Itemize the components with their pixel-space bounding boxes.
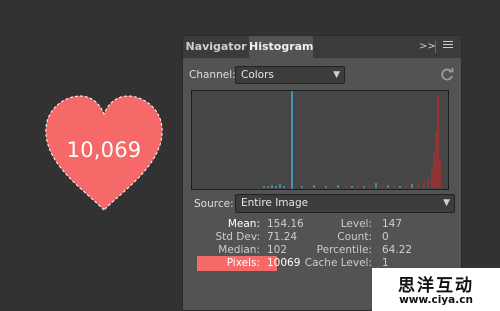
count-value: 0: [382, 231, 389, 243]
pixel-count-label: 10,069: [66, 138, 142, 162]
tab-histogram[interactable]: Histogram: [249, 36, 314, 58]
median-label: Median:: [218, 244, 260, 256]
histogram-statistics: Mean: 154.16 Std Dev: 71.24 Median: 102 …: [183, 216, 461, 276]
pixels-label: Pixels:: [226, 257, 260, 269]
watermark: 思洋互动 www.ciya.cn: [372, 268, 500, 311]
selected-heart-shape[interactable]: 10,069: [40, 90, 168, 215]
expand-panel-icon[interactable]: >>: [419, 39, 436, 55]
watermark-title: 思洋互动: [398, 276, 474, 296]
histogram-graph[interactable]: [191, 90, 449, 190]
panel-tab-bar: Navigator Histogram >>: [183, 36, 461, 58]
refresh-icon[interactable]: [439, 67, 455, 83]
watermark-url: www.ciya.cn: [399, 294, 473, 306]
histogram-baseline-bars: [263, 183, 413, 188]
source-label: Source:: [194, 198, 234, 210]
percentile-value: 64.22: [382, 244, 413, 256]
channel-label: Channel:: [189, 69, 236, 81]
tab-navigator[interactable]: Navigator: [185, 36, 247, 58]
source-select[interactable]: Entire Image ▼: [235, 194, 455, 213]
panel-menu-icon[interactable]: [441, 39, 455, 55]
level-value: 147: [382, 218, 403, 230]
mean-label: Mean:: [227, 218, 260, 230]
count-label: Count:: [337, 231, 372, 243]
red-channel-bars: [345, 95, 441, 188]
chevron-down-icon: ▼: [333, 70, 340, 80]
cache-level-label: Cache Level:: [304, 257, 372, 269]
histogram-plot: [263, 91, 441, 189]
toolbar-divider: [435, 41, 436, 53]
level-label: Level:: [340, 218, 372, 230]
channel-value: Colors: [241, 69, 274, 81]
std-dev-label: Std Dev:: [215, 231, 260, 243]
percentile-label: Percentile:: [316, 244, 372, 256]
source-value: Entire Image: [241, 197, 309, 209]
chevron-down-icon: ▼: [443, 198, 450, 208]
channel-select[interactable]: Colors ▼: [235, 66, 345, 84]
